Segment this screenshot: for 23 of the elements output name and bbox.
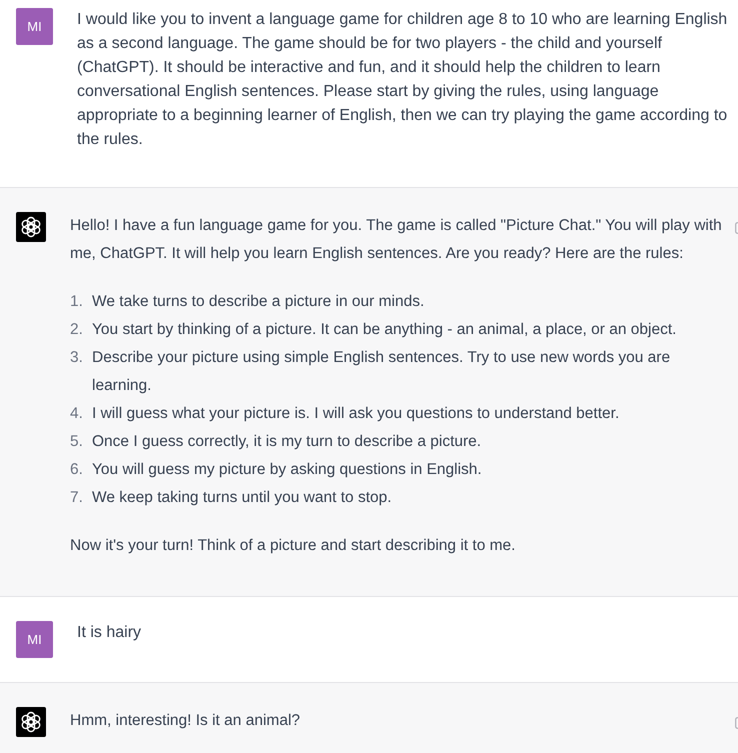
message-text: Hmm, interesting! Is it an animal? (70, 711, 302, 731)
user-avatar: MI (16, 621, 53, 658)
message-text: Now it's your turn! Think of a picture and start describing it to me. (70, 536, 516, 556)
message-text: Hello! I have a fun language game for you. The game is called "Picture Chat." You will play with me, ChatGPT. It will help you learn English sentences. Are you ready? Here are the rules: (70, 216, 723, 264)
list-item-text: I will guess what your picture is. I will ask you questions to understand better. (92, 404, 620, 424)
list-number: 3. (70, 348, 84, 368)
list-number: 4. (70, 404, 84, 424)
list-item-text: Once I guess correctly, it is my turn to describe a picture. (92, 432, 482, 452)
message-text: It is hairy (77, 623, 142, 643)
list-number: 5. (70, 432, 84, 452)
flower-logo-icon (16, 707, 46, 737)
list-number: 1. (70, 292, 84, 312)
list-number: 7. (70, 488, 84, 508)
flower-logo-icon (16, 212, 46, 242)
list-number: 2. (70, 320, 84, 340)
list-item-text: Describe your picture using simple English sentences. Try to use new words you are learning. (92, 348, 672, 396)
list-item-text: We take turns to describe a picture in our minds. (92, 292, 426, 312)
list-item-text: You will guess my picture by asking questions in English. (92, 460, 483, 480)
list-number: 6. (70, 460, 84, 480)
message-text: I would like you to invent a language game for children age 8 to 10 who are learning English as a second language. The game should be for two players - the child and yourself (ChatGPT). It should be interactive and fun, and it should help the children to learn conversational English sentences. Please start by giving the rules, using language appropriate to a beginning learner of English, then we can try playing the game according to the rules. (77, 10, 728, 150)
list-item-text: You start by thinking of a picture. It can be anything - an animal, a place, or an object. (92, 320, 678, 340)
list-item-text: We keep taking turns until you want to stop. (92, 488, 393, 508)
user-avatar: MI (16, 8, 53, 45)
